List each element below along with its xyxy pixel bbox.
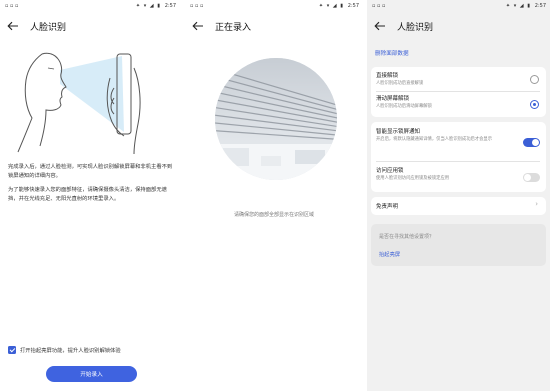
smart-notify-title: 智能显示锁屏通知 [376,129,421,135]
toggle-knob [532,139,539,146]
unlock-mode-card: 直接解锁 人脸识别成功后直接解锁 滑动屏幕解锁 人脸识别成功后滑动屏幕解锁 [371,67,546,117]
smart-notify-subtitle: 开启后，将默认隐藏通知详情，仅当人脸识别成功后才会显示 [376,137,493,142]
status-bar: ▫ ▫ ▫ ✦ ▾ ◢ ▮ 2:57 [0,0,180,12]
checkbox-label: 打开抬起亮屏功能，提升人脸识别解锁体验 [20,348,121,354]
camera-preview [215,58,337,180]
raise-to-wake-option[interactable]: 打开抬起亮屏功能，提升人脸识别解锁体验 [8,346,121,354]
divider [376,161,540,162]
disclaimer-row[interactable]: 免责声明 › [371,197,546,215]
smart-notify-toggle[interactable] [523,138,540,147]
status-icons: ✦ ▾ ◢ ▮ [318,3,344,9]
app-lock-toggle[interactable] [523,173,540,182]
checkbox-checked-icon[interactable] [8,346,16,354]
back-arrow-icon[interactable] [374,21,386,31]
raise-to-wake-link[interactable]: 抬起亮屏 [379,250,400,258]
enrolling-screen: ▫ ▫ ▫ ✦ ▾ ◢ ▮ 2:57 正在录入 请确保您的面部全部显示在识别区域 [185,0,363,391]
status-bar: ▫ ▫ ▫ ✦ ▾ ◢ ▮ 2:57 [185,0,363,12]
enroll-hint: 请确保您的面部全部显示在识别区域 [233,212,314,218]
direct-unlock-title: 直接解锁 [376,73,399,79]
face-scan-illustration [17,52,141,155]
ceiling-camera-image [215,58,337,180]
options-card: 智能显示锁屏通知 开启后，将默认隐藏通知详情，仅当人脸识别成功后才会显示 访问应… [371,122,546,192]
page-title: 人脸识别 [30,23,67,33]
direct-unlock-radio[interactable] [530,75,539,84]
face-intro-screen: ▫ ▫ ▫ ✦ ▾ ◢ ▮ 2:57 人脸识别 完成录入后，通过人脸检测，可实现… [0,0,180,391]
slide-unlock-radio[interactable] [530,100,539,109]
back-arrow-icon[interactable] [192,21,204,31]
back-arrow-icon[interactable] [7,21,19,31]
disclaimer-label: 免责声明 [376,204,399,210]
toggle-knob [524,174,531,181]
smart-notify-option[interactable]: 智能显示锁屏通知 开启后，将默认隐藏通知详情，仅当人脸识别成功后才会显示 [376,127,540,143]
app-lock-subtitle: 使用人脸识别访问应用锁及被锁定应用 [376,176,450,181]
slide-unlock-option[interactable]: 滑动屏幕解锁 人脸识别成功后滑动屏幕解锁 [376,94,540,110]
chevron-right-icon: › [535,200,538,208]
tips-paragraph: 为了能够快速录入您的面部特征，请确保摄像头清洁，保持面部无遮挡，并在光线充足、无… [8,187,167,202]
app-lock-title: 访问应用锁 [376,168,404,174]
page-title: 正在录入 [215,23,252,33]
status-time: 2:57 [347,3,359,9]
direct-unlock-subtitle: 人脸识别成功后直接解锁 [376,81,424,86]
status-time: 2:57 [534,3,546,9]
start-enroll-button[interactable]: 开始录入 [46,366,137,382]
status-icons: ✦ ▾ ◢ ▮ [135,3,161,9]
intro-paragraph: 完成录入后，通过人脸检测，可实现人脸识别解锁屏幕和非机主看不到锁屏通知的详细内容… [8,164,173,179]
status-notifications: ▫ ▫ ▫ [190,3,204,9]
slide-unlock-title: 滑动屏幕解锁 [376,96,410,102]
other-settings-question: 是否在寻找其他设置项？ [379,234,435,240]
status-time: 2:57 [164,3,176,9]
app-lock-option[interactable]: 访问应用锁 使用人脸识别访问应用锁及被锁定应用 [376,166,540,182]
slide-unlock-subtitle: 人脸识别成功后滑动屏幕解锁 [376,104,432,109]
page-title: 人脸识别 [397,23,434,33]
status-icons: ✦ ▾ ◢ ▮ [505,3,531,9]
delete-face-data-link[interactable]: 删除面部数据 [375,49,409,57]
other-settings-card: 是否在寻找其他设置项？ 抬起亮屏 [371,224,546,266]
direct-unlock-option[interactable]: 直接解锁 人脸识别成功后直接解锁 [376,71,540,87]
status-notifications: ▫ ▫ ▫ [5,3,19,9]
face-settings-screen: ▫ ▫ ▫ ✦ ▾ ◢ ▮ 2:57 人脸识别 删除面部数据 直接解锁 人脸识别… [367,0,550,391]
status-bar: ▫ ▫ ▫ ✦ ▾ ◢ ▮ 2:57 [367,0,550,12]
divider [376,91,540,92]
status-notifications: ▫ ▫ ▫ [372,3,386,9]
